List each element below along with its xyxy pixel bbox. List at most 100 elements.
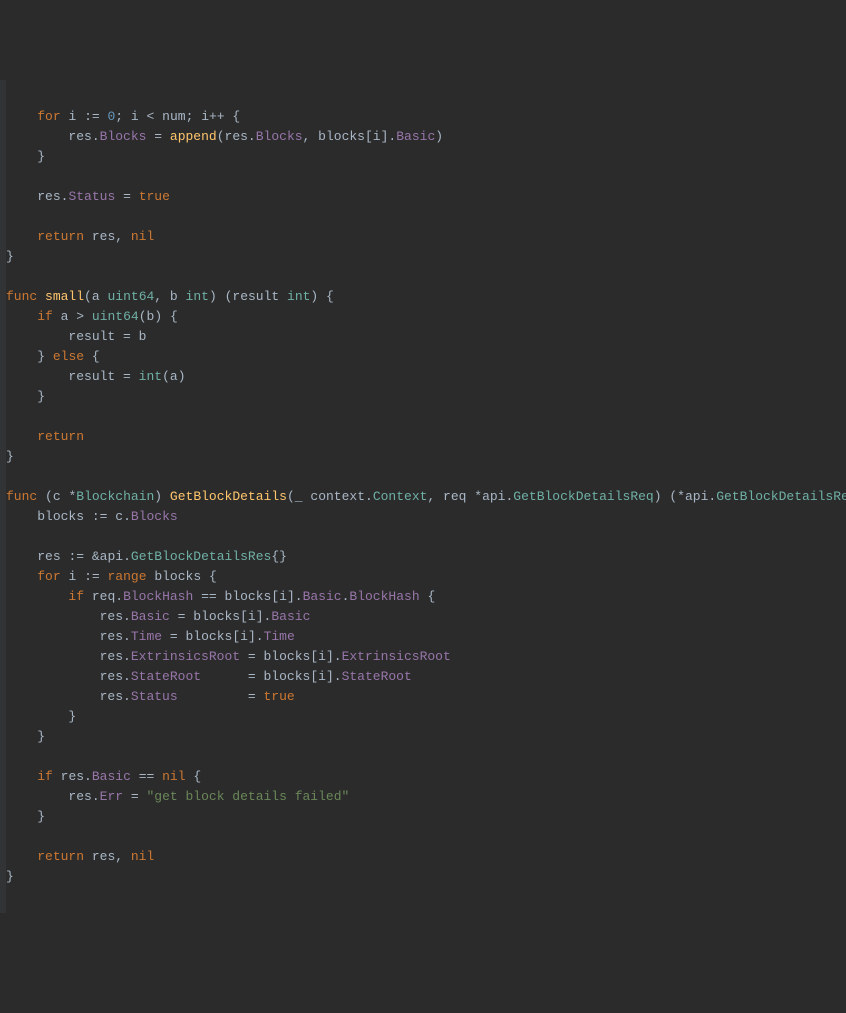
identifier: i xyxy=(68,109,76,124)
identifier: blocks xyxy=(37,509,84,524)
bracket: [ xyxy=(365,129,373,144)
keyword-if: if xyxy=(68,589,84,604)
func-name-small: small xyxy=(45,289,84,304)
identifier: b xyxy=(139,329,147,344)
operator: * xyxy=(474,489,482,504)
bracket: ] xyxy=(287,589,295,604)
field: Basic xyxy=(396,129,435,144)
pkg: context xyxy=(310,489,365,504)
brace: } xyxy=(6,869,14,884)
identifier: i xyxy=(373,129,381,144)
field: ExtrinsicsRoot xyxy=(131,649,240,664)
keyword-return: return xyxy=(37,429,84,444)
field: Status xyxy=(68,189,115,204)
punct: . xyxy=(248,129,256,144)
keyword-nil: nil xyxy=(131,229,154,244)
operator: = xyxy=(178,609,186,624)
operator: == xyxy=(139,769,155,784)
identifier: i xyxy=(279,589,287,604)
field: Status xyxy=(131,689,178,704)
code-editor[interactable]: for i := 0; i < num; i++ { res.Blocks = … xyxy=(0,80,846,913)
punct: . xyxy=(84,769,92,784)
keyword-return: return xyxy=(37,229,84,244)
field: Basic xyxy=(92,769,131,784)
brace: { xyxy=(271,549,279,564)
bracket: [ xyxy=(310,669,318,684)
brace: { xyxy=(209,569,217,584)
field: StateRoot xyxy=(342,669,412,684)
operator: := xyxy=(84,569,100,584)
identifier: a xyxy=(61,309,69,324)
punct: . xyxy=(123,689,131,704)
identifier: i xyxy=(131,109,139,124)
field: Basic xyxy=(131,609,170,624)
punct: , xyxy=(154,289,162,304)
operator: = xyxy=(154,129,162,144)
identifier: res xyxy=(92,229,115,244)
field: BlockHash xyxy=(349,589,419,604)
field: Blocks xyxy=(256,129,303,144)
bracket: ] xyxy=(248,629,256,644)
operator: & xyxy=(92,549,100,564)
identifier: result xyxy=(68,369,115,384)
operator: = xyxy=(123,369,131,384)
paren: ( xyxy=(84,289,92,304)
field: Blocks xyxy=(131,509,178,524)
operator: := xyxy=(84,109,100,124)
paren: ( xyxy=(287,489,295,504)
brace: } xyxy=(6,449,14,464)
paren: ) xyxy=(154,489,162,504)
func-name-getblockdetails: GetBlockDetails xyxy=(170,489,287,504)
identifier: res xyxy=(92,849,115,864)
type-blockchain: Blockchain xyxy=(76,489,154,504)
paren: ( xyxy=(139,309,147,324)
bracket: [ xyxy=(310,649,318,664)
keyword-func: func xyxy=(6,289,37,304)
punct: . xyxy=(123,549,131,564)
keyword-return: return xyxy=(37,849,84,864)
identifier: res xyxy=(68,789,91,804)
operator: = xyxy=(248,669,256,684)
identifier: res xyxy=(37,549,60,564)
identifier: blocks xyxy=(264,649,311,664)
builtin-append: append xyxy=(170,129,217,144)
punct: . xyxy=(123,669,131,684)
identifier: res xyxy=(100,669,123,684)
keyword-for: for xyxy=(37,109,60,124)
paren: ( xyxy=(162,369,170,384)
bracket: ] xyxy=(326,669,334,684)
paren: ( xyxy=(669,489,677,504)
identifier: blocks xyxy=(318,129,365,144)
param: req xyxy=(443,489,466,504)
keyword-func: func xyxy=(6,489,37,504)
param: result xyxy=(232,289,279,304)
pkg: api xyxy=(482,489,505,504)
type-req: GetBlockDetailsReq xyxy=(513,489,653,504)
keyword-true: true xyxy=(264,689,295,704)
operator: = xyxy=(248,689,256,704)
identifier: i xyxy=(318,649,326,664)
punct: . xyxy=(123,609,131,624)
field: ExtrinsicsRoot xyxy=(342,649,451,664)
keyword-if: if xyxy=(37,309,53,324)
identifier: blocks xyxy=(186,629,233,644)
field: Basic xyxy=(303,589,342,604)
punct: . xyxy=(92,129,100,144)
operator: < xyxy=(147,109,155,124)
brace: } xyxy=(37,349,45,364)
identifier: i xyxy=(318,669,326,684)
identifier: res xyxy=(100,609,123,624)
brace: } xyxy=(37,729,45,744)
brace: { xyxy=(92,349,100,364)
identifier: blocks xyxy=(193,609,240,624)
brace: } xyxy=(37,389,45,404)
type-int: int xyxy=(287,289,310,304)
brace: } xyxy=(6,249,14,264)
paren: ) xyxy=(435,129,443,144)
punct: . xyxy=(92,789,100,804)
identifier: blocks xyxy=(225,589,272,604)
code-content[interactable]: for i := 0; i < num; i++ { res.Blocks = … xyxy=(6,80,846,913)
keyword-else: else xyxy=(53,349,84,364)
field: Blocks xyxy=(100,129,147,144)
param: b xyxy=(170,289,178,304)
